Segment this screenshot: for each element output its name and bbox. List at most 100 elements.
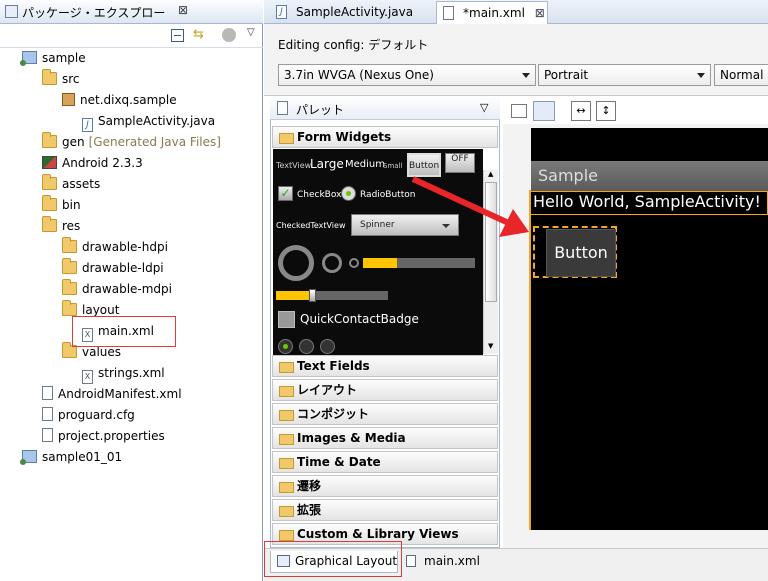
widget-checkbox[interactable]: CheckBox [297,190,341,200]
tree-item[interactable]: res [42,216,80,236]
tree-item[interactable]: gen [Generated Java Files] [42,132,221,152]
progress-horizontal[interactable] [363,258,475,268]
tree-item[interactable]: Android 2.3.3 [42,153,143,173]
view-menu-icon[interactable]: ▽ [247,27,255,38]
palette-category[interactable]: Custom & Library Views [272,523,498,545]
tree-item-label: gen [62,135,85,149]
palette-category[interactable]: Images & Media [272,427,498,449]
tree-item[interactable]: Xstrings.xml [82,363,165,384]
tree-item-label: drawable-mdpi [82,282,172,296]
tree-item[interactable]: bin [42,195,81,215]
file-icon [42,407,53,421]
tree-item[interactable]: values [62,342,121,362]
tree-item[interactable]: sample01_01 [20,447,122,467]
category-label: コンポジット [297,407,370,421]
tree-item[interactable]: proguard.cfg [42,405,135,425]
tree-item[interactable]: drawable-mdpi [62,279,172,299]
palette-category[interactable]: レイアウト [272,379,498,401]
folder-icon [62,258,77,274]
rating-star-icon[interactable] [278,339,293,354]
category-label: Images & Media [297,431,406,445]
seekbar[interactable] [276,289,388,302]
spinner-label: Spinner [360,220,395,230]
widget-large-text[interactable]: Large [310,157,344,171]
tab-main-xml-source[interactable]: main.xml [400,551,482,573]
widget-textview[interactable]: TextView [276,161,311,170]
palette-category-form-widgets[interactable]: Form Widgets [272,126,498,148]
radio-icon[interactable] [341,186,356,201]
progress-small-icon[interactable] [349,258,359,268]
folder-icon [42,132,57,148]
view-menu-options-icon[interactable] [222,28,236,42]
checkbox-checked-icon[interactable]: ✓ [278,186,293,201]
palette-category[interactable]: 拡張 [272,499,498,521]
tree-item[interactable]: layout [62,300,119,320]
graphical-layout-icon [277,555,290,567]
button-selection: Button [533,226,617,278]
editor-tab-bar: J SampleActivity.java *main.xml ⊠ [264,0,768,24]
tree-item-label: AndroidManifest.xml [58,387,182,401]
preview-button[interactable]: Button [546,229,616,277]
tree-item-label: Android 2.3.3 [62,156,143,170]
tree-item[interactable]: project.properties [42,426,165,446]
category-label: 遷移 [297,479,322,493]
java-file-icon: J [276,5,287,19]
tree-item[interactable]: J SampleActivity.java [82,111,215,132]
palette-icon [277,101,288,115]
theme-select[interactable]: Normal [714,64,768,86]
palette-category[interactable]: Text Fields [272,355,498,377]
progress-medium-icon[interactable] [322,253,342,273]
palette-category[interactable]: Time & Date [272,451,498,473]
tree-item-label: proguard.cfg [58,408,135,422]
widget-quickcontactbadge[interactable]: QuickContactBadge [300,312,419,326]
package-explorer-tab[interactable]: パッケージ・エクスプロー ⊠ [0,0,263,24]
palette-category[interactable]: 遷移 [272,475,498,497]
layout-horizontal-icon[interactable] [511,104,527,118]
tree-item-label: assets [62,177,101,191]
tree-item[interactable]: drawable-hdpi [62,237,168,257]
tab-sampleactivity-java[interactable]: J SampleActivity.java [270,1,436,24]
hello-textview[interactable]: Hello World, SampleActivity! [530,191,768,215]
folder-icon [62,237,77,253]
rating-star-icon[interactable] [320,339,335,354]
tree-item[interactable]: AndroidManifest.xml [42,384,182,404]
collapse-all-icon[interactable] [171,29,184,42]
close-icon[interactable]: ⊠ [535,6,545,20]
editing-config-label: Editing config: デフォルト [278,38,429,52]
palette-menu-icon[interactable]: ▽ [480,101,488,114]
tree-item[interactable]: net.dixq.sample [62,90,177,110]
close-icon[interactable]: ⊠ [178,3,188,17]
tree-item-label: res [62,219,81,233]
tree-item-label: strings.xml [98,366,165,380]
tree-item[interactable]: drawable-ldpi [62,258,164,278]
tree-item-label: layout [82,303,120,317]
fill-height-icon[interactable]: ↕ [596,101,616,121]
orientation-select[interactable]: Portrait [538,64,711,86]
tree-item[interactable]: assets [42,174,100,194]
theme-select-value: Normal [720,68,764,82]
tab-graphical-layout[interactable]: Graphical Layout [270,551,398,573]
widget-medium-text[interactable]: Medium [345,159,385,170]
xml-file-icon: X [82,328,93,342]
tree-item[interactable]: src [42,69,80,89]
rating-star-icon[interactable] [299,339,314,354]
progress-large-icon[interactable] [278,245,314,281]
palette-category[interactable]: コンポジット [272,403,498,425]
xml-file-icon [406,555,416,567]
package-explorer-title: パッケージ・エクスプロー [22,6,166,20]
tree-item[interactable]: Xmain.xml [82,321,154,342]
tree-item-label: drawable-ldpi [82,261,164,275]
tab-main-xml[interactable]: *main.xml ⊠ [436,1,548,24]
seekbar-thumb[interactable] [308,289,316,302]
device-select[interactable]: 3.7in WVGA (Nexus One) [278,64,536,86]
widget-checkedtextview[interactable]: CheckedTextView [276,221,346,230]
quick-contact-icon [278,311,295,328]
layout-vertical-icon[interactable] [533,101,555,121]
tree-item-label: src [62,72,80,86]
fill-width-icon[interactable]: ↔ [571,101,591,121]
link-with-editor-icon[interactable]: ⇆ [193,27,204,42]
scroll-down-icon[interactable]: ▼ [488,342,493,350]
device-screen: Sample Hello World, SampleActivity! Butt… [530,128,768,530]
tree-item[interactable]: sample [20,48,86,68]
progress-horizontal-fill [363,258,397,268]
